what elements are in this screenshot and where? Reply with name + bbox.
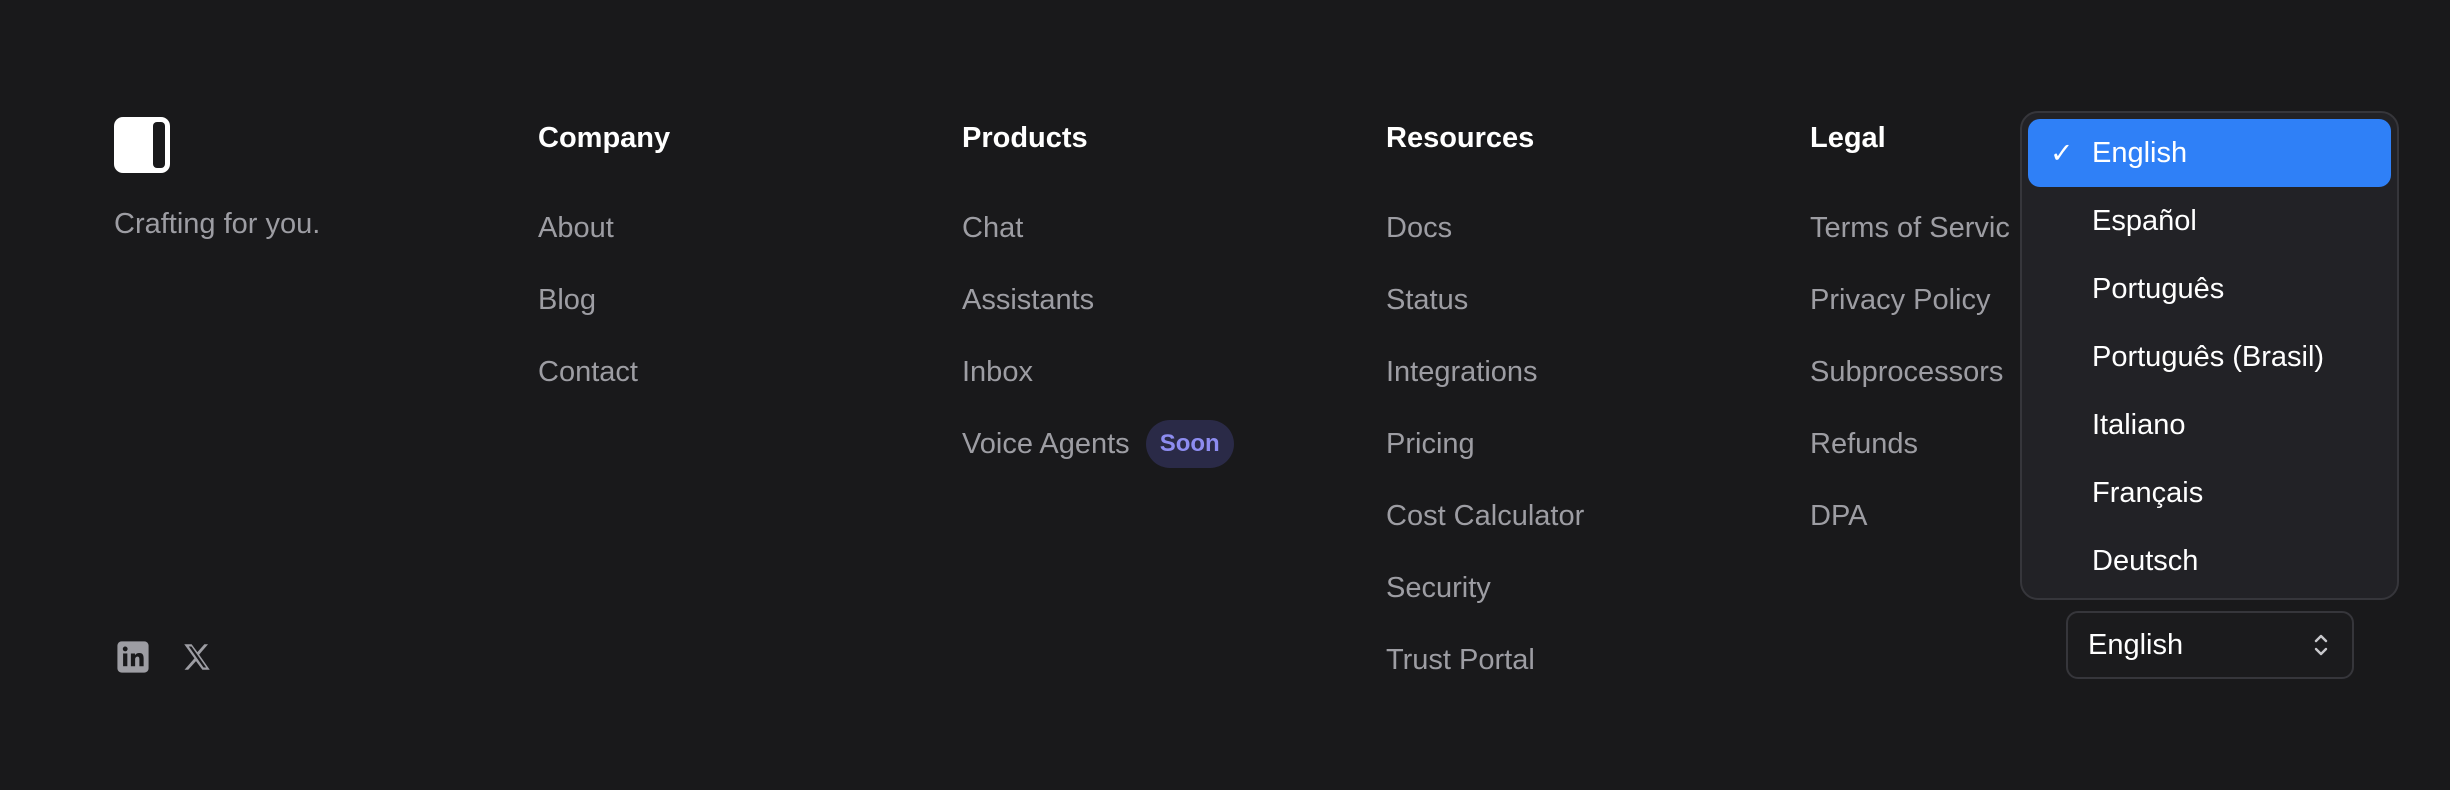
language-option-english[interactable]: ✓ English xyxy=(2028,119,2391,187)
language-option-espanol[interactable]: Español xyxy=(2028,187,2391,255)
footer-link-status[interactable]: Status xyxy=(1386,264,1584,336)
logo-icon xyxy=(114,117,170,173)
language-dropdown-menu: ✓ English Español Português Português (B… xyxy=(2020,111,2399,600)
footer-link-chat[interactable]: Chat xyxy=(962,192,1234,264)
language-select-value: English xyxy=(2088,628,2184,661)
language-option-francais[interactable]: Français xyxy=(2028,459,2391,527)
language-select[interactable]: English xyxy=(2066,611,2354,679)
footer-column-company: Company About Blog Contact xyxy=(538,120,670,408)
option-label: Português xyxy=(2092,272,2225,305)
footer-link-voice-agents[interactable]: Voice Agents Soon xyxy=(962,408,1234,480)
option-label: Français xyxy=(2092,476,2204,509)
option-label: Português (Brasil) xyxy=(2092,340,2325,373)
option-label: Italiano xyxy=(2092,408,2186,441)
footer-column-legal: Legal Terms of Servic Privacy Policy Sub… xyxy=(1810,120,2010,552)
column-links: About Blog Contact xyxy=(538,192,670,408)
language-option-deutsch[interactable]: Deutsch xyxy=(2028,527,2391,595)
footer-link-cost-calculator[interactable]: Cost Calculator xyxy=(1386,480,1584,552)
column-title: Products xyxy=(962,122,1088,154)
footer-link-security[interactable]: Security xyxy=(1386,552,1584,624)
language-option-portugues[interactable]: Português xyxy=(2028,255,2391,323)
language-option-portugues-brasil[interactable]: Português (Brasil) xyxy=(2028,323,2391,391)
check-icon: ✓ xyxy=(2050,137,2074,169)
soon-badge: Soon xyxy=(1145,420,1234,468)
language-option-italiano[interactable]: Italiano xyxy=(2028,391,2391,459)
footer-link-refunds[interactable]: Refunds xyxy=(1810,408,2010,480)
footer-link-subprocessors[interactable]: Subprocessors xyxy=(1810,336,2010,408)
footer-column-products: Products Chat Assistants Inbox Voice Age… xyxy=(962,120,1234,480)
footer-link-pricing[interactable]: Pricing xyxy=(1386,408,1584,480)
footer-link-integrations[interactable]: Integrations xyxy=(1386,336,1584,408)
option-label: Deutsch xyxy=(2092,544,2199,577)
footer-column-resources: Resources Docs Status Integrations Prici… xyxy=(1386,120,1584,696)
footer-link-trust-portal[interactable]: Trust Portal xyxy=(1386,624,1584,696)
column-title: Company xyxy=(538,122,671,154)
footer-link-label: Voice Agents xyxy=(962,427,1130,460)
footer-link-docs[interactable]: Docs xyxy=(1386,192,1584,264)
column-title: Resources xyxy=(1386,122,1535,154)
column-links: Chat Assistants Inbox Voice Agents Soon xyxy=(962,192,1234,480)
option-label: English xyxy=(2092,136,2188,169)
x-icon[interactable] xyxy=(180,640,214,674)
footer-link-dpa[interactable]: DPA xyxy=(1810,480,2010,552)
footer-link-privacy-policy[interactable]: Privacy Policy xyxy=(1810,264,2010,336)
footer-link-blog[interactable]: Blog xyxy=(538,264,670,336)
column-title: Legal xyxy=(1810,122,1886,154)
column-links: Terms of Servic Privacy Policy Subproces… xyxy=(1810,192,2010,552)
footer-link-contact[interactable]: Contact xyxy=(538,336,670,408)
brand-logo[interactable] xyxy=(114,117,170,173)
linkedin-icon[interactable] xyxy=(116,640,150,674)
social-links xyxy=(116,640,214,674)
footer-link-terms[interactable]: Terms of Servic xyxy=(1810,192,2010,264)
option-label: Español xyxy=(2092,204,2197,237)
tagline: Crafting for you. xyxy=(114,208,321,240)
column-links: Docs Status Integrations Pricing Cost Ca… xyxy=(1386,192,1584,696)
chevron-up-down-icon xyxy=(2314,634,2328,656)
footer-link-about[interactable]: About xyxy=(538,192,670,264)
footer-link-inbox[interactable]: Inbox xyxy=(962,336,1234,408)
footer-link-assistants[interactable]: Assistants xyxy=(962,264,1234,336)
